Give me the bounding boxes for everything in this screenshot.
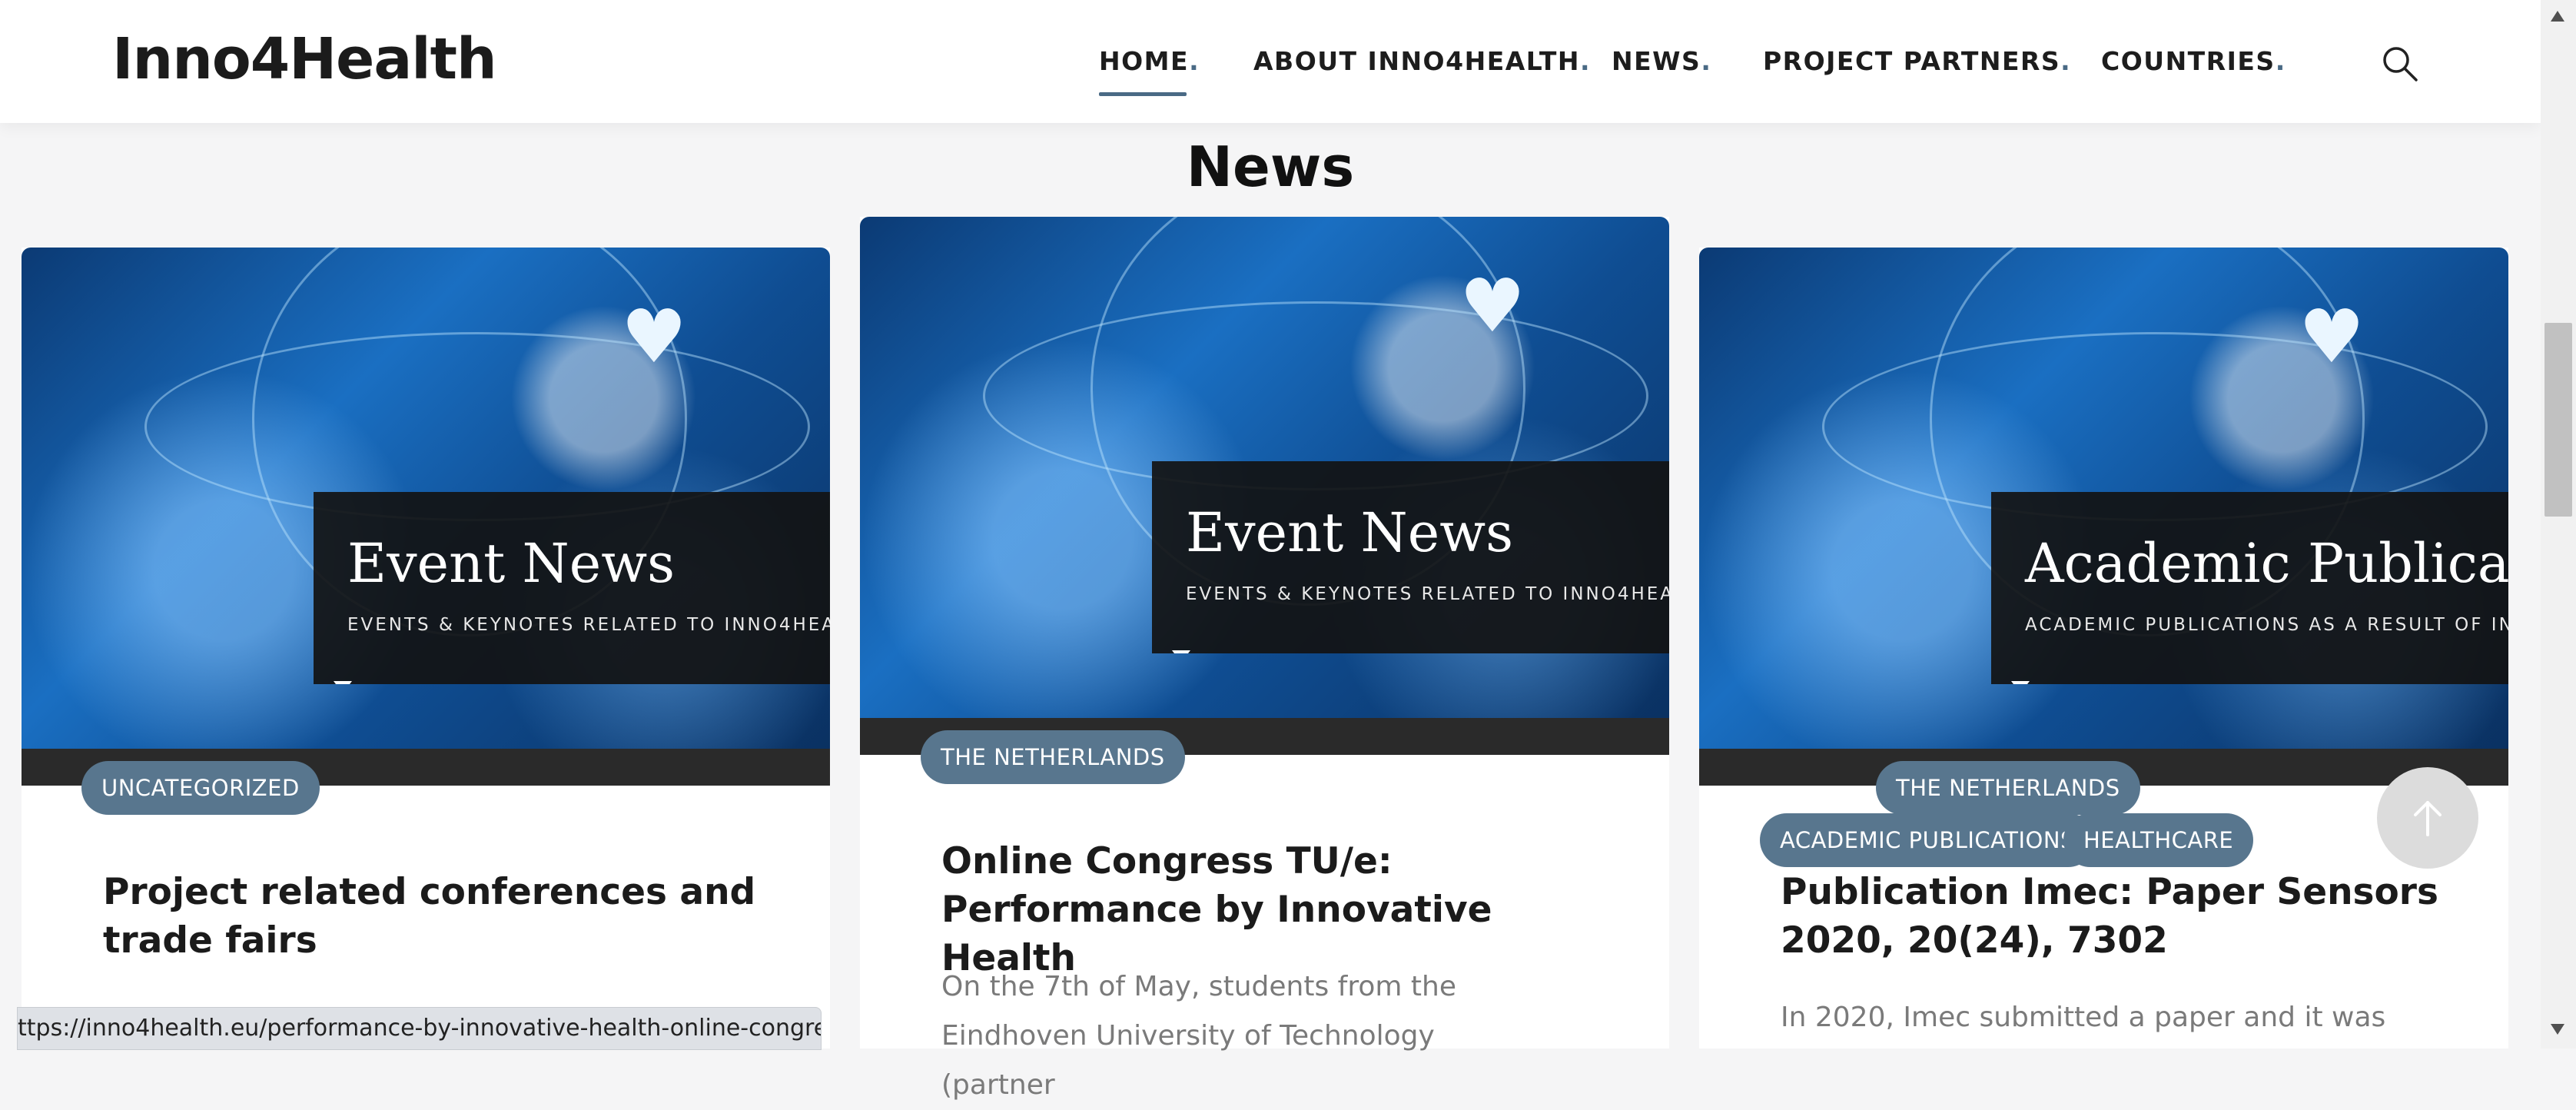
- card-title[interactable]: Publication Imec: Paper Sensors 2020, 20…: [1781, 868, 2457, 965]
- image-banner: Academic Publications ACADEMIC PUBLICATI…: [1991, 492, 2508, 684]
- banner-title: Academic Publications: [2025, 532, 2508, 595]
- banner-subtitle: EVENTS & KEYNOTES RELATED TO INNO4HEALTH: [347, 615, 830, 635]
- scroll-down-arrow-icon[interactable]: [2551, 1024, 2564, 1035]
- card-image[interactable]: ♥ Event News EVENTS & KEYNOTES RELATED T…: [860, 217, 1669, 755]
- image-banner: Event News EVENTS & KEYNOTES RELATED TO …: [314, 492, 830, 684]
- nav-item-label: NEWS: [1612, 46, 1701, 76]
- category-tag[interactable]: THE NETHERLANDS: [1876, 761, 2140, 815]
- back-to-top-button[interactable]: [2377, 767, 2478, 869]
- nav-item-news[interactable]: NEWS.: [1612, 46, 1711, 76]
- category-tag[interactable]: ACADEMIC PUBLICATIONS: [1760, 813, 2095, 867]
- category-tag[interactable]: HEALTHCARE: [2063, 813, 2254, 867]
- banner-caret-icon: [2011, 681, 2030, 684]
- heart-icon: ♥: [2299, 294, 2365, 380]
- card-image[interactable]: ♥ Event News EVENTS & KEYNOTES RELATED T…: [22, 248, 830, 786]
- banner-title: Event News: [347, 532, 676, 595]
- section-title: News: [1186, 135, 1355, 199]
- site-header: Inno4Health HOME. ABOUT INNO4HEALTH. NEW…: [0, 0, 2541, 123]
- scrollbar-track[interactable]: [2541, 0, 2576, 1049]
- nav-item-label: COUNTRIES: [2101, 46, 2276, 76]
- card-title[interactable]: Project related conferences and trade fa…: [103, 868, 779, 965]
- nav-item-project-partners[interactable]: PROJECT PARTNERS.: [1763, 46, 2071, 76]
- nav-item-home[interactable]: HOME.: [1099, 46, 1200, 76]
- nav-item-about[interactable]: ABOUT INNO4HEALTH.: [1253, 46, 1591, 76]
- banner-subtitle: ACADEMIC PUBLICATIONS AS A RESULT OF INN…: [2025, 615, 2508, 635]
- card-title[interactable]: Online Congress TU/e: Performance by Inn…: [941, 837, 1618, 982]
- nav-active-underline: [1099, 92, 1187, 96]
- nav-item-countries[interactable]: COUNTRIES.: [2101, 46, 2286, 76]
- nav-dot: .: [1701, 46, 1712, 76]
- banner-caret-icon: [1172, 650, 1190, 653]
- card-image[interactable]: ♥ Academic Publications ACADEMIC PUBLICA…: [1699, 248, 2508, 786]
- banner-subtitle: EVENTS & KEYNOTES RELATED TO INNO4HEALTH: [1186, 584, 1669, 604]
- news-card[interactable]: ♥ Event News EVENTS & KEYNOTES RELATED T…: [860, 217, 1669, 1101]
- main-nav: HOME. ABOUT INNO4HEALTH. NEWS. PROJECT P…: [0, 46, 2541, 85]
- category-tag[interactable]: UNCATEGORIZED: [81, 761, 320, 815]
- heart-icon: ♥: [621, 294, 688, 380]
- nav-item-label: ABOUT INNO4HEALTH: [1253, 46, 1580, 76]
- nav-dot: .: [2060, 46, 2072, 76]
- nav-dot: .: [2275, 46, 2286, 76]
- card-excerpt: In 2020, Imec submitted a paper and it w…: [1781, 1002, 2386, 1033]
- scroll-up-arrow-icon[interactable]: [2551, 11, 2564, 22]
- nav-item-label: PROJECT PARTNERS: [1763, 46, 2061, 76]
- image-banner: Event News EVENTS & KEYNOTES RELATED TO …: [1152, 461, 1669, 653]
- arrow-up-icon: [2414, 801, 2442, 836]
- nav-dot: .: [1579, 46, 1592, 76]
- banner-title: Event News: [1186, 501, 1514, 564]
- heart-icon: ♥: [1459, 263, 1526, 349]
- search-icon[interactable]: [2381, 45, 2419, 83]
- banner-caret-icon: [334, 681, 352, 684]
- news-card[interactable]: ♥ Event News EVENTS & KEYNOTES RELATED T…: [22, 248, 830, 1049]
- link-status-bar: ttps://inno4health.eu/performance-by-inn…: [17, 1007, 822, 1050]
- scrollbar-thumb[interactable]: [2544, 323, 2572, 517]
- nav-dot: .: [1189, 46, 1200, 76]
- nav-item-label: HOME: [1099, 46, 1190, 76]
- news-card[interactable]: ♥ Academic Publications ACADEMIC PUBLICA…: [1699, 248, 2508, 1049]
- card-excerpt: On the 7th of May, students from the Ein…: [941, 971, 1456, 1101]
- category-tag[interactable]: THE NETHERLANDS: [921, 730, 1185, 784]
